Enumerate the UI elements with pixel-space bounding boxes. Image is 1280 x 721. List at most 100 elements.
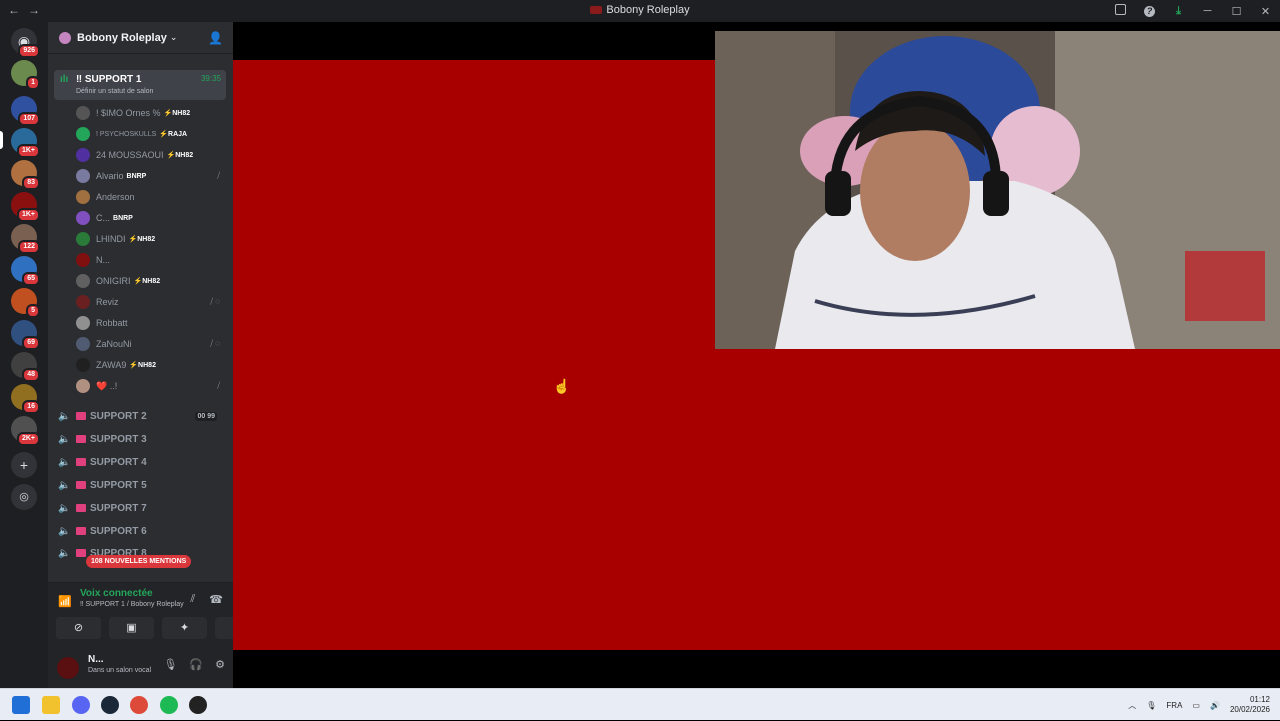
- speaker-icon: 🔈: [58, 479, 71, 491]
- server-icon[interactable]: 83: [11, 160, 40, 190]
- avatar: [76, 358, 90, 372]
- server-icon[interactable]: 107: [11, 96, 40, 126]
- help-icon[interactable]: ?: [1135, 5, 1164, 17]
- chevron-down-icon: ⌄: [169, 32, 178, 42]
- username[interactable]: N...: [88, 654, 104, 665]
- server-badge: 1: [26, 76, 40, 90]
- network-icon[interactable]: ▭: [1192, 701, 1200, 710]
- voice-member[interactable]: 24 MOUSSAOUI ⚡NH82: [76, 145, 226, 165]
- voice-channel-support-6[interactable]: 🔈 SUPPORT 6: [58, 521, 223, 541]
- server-icon[interactable]: 122: [11, 224, 40, 254]
- server-icon[interactable]: 65: [11, 256, 40, 286]
- language-indicator[interactable]: FRA: [1166, 701, 1182, 710]
- system-tray: ︿ 🎙 FRA ▭ 🔊 01:12 20/02/2026: [1128, 689, 1270, 721]
- voice-channel-support-7[interactable]: 🔈 SUPPORT 7: [58, 498, 223, 518]
- server-badge: 1K+: [16, 208, 40, 222]
- voice-member[interactable]: Robbatt: [76, 313, 226, 333]
- avatar: [76, 190, 90, 204]
- voice-status[interactable]: Voix connectée: [80, 588, 153, 599]
- chrome-icon[interactable]: [130, 696, 148, 714]
- maximize-button[interactable]: ☐: [1222, 5, 1251, 18]
- server-badge: 2K+: [16, 432, 40, 446]
- spotify-icon[interactable]: [160, 696, 178, 714]
- voice-channel-support-3[interactable]: 🔈 SUPPORT 3: [58, 429, 223, 449]
- inbox-icon[interactable]: [1106, 4, 1135, 18]
- window-title-text: Bobony Roleplay: [606, 4, 690, 16]
- channel-name: SUPPORT 3: [90, 433, 147, 445]
- voice-channel-support-2[interactable]: 🔈 SUPPORT 2 00 99: [58, 406, 223, 426]
- member-name: ZAWA9: [96, 360, 127, 370]
- avatar: [76, 148, 90, 162]
- close-button[interactable]: ✕: [1251, 5, 1280, 18]
- discord-icon[interactable]: [72, 696, 90, 714]
- add-server-icon[interactable]: +: [11, 452, 37, 478]
- voice-member[interactable]: Anderson: [76, 187, 226, 207]
- voice-member[interactable]: ! PSYCHOSKULLS ⚡RAJA: [76, 124, 226, 144]
- chevron-up-icon[interactable]: ︿: [1128, 700, 1136, 711]
- server-icon[interactable]: 16: [11, 384, 40, 414]
- settings-gear-icon[interactable]: ⚙: [215, 658, 225, 671]
- minimize-button[interactable]: ─: [1193, 5, 1222, 17]
- voice-member[interactable]: LHINDI ⚡NH82: [76, 229, 226, 249]
- signal-icon[interactable]: 📶: [58, 595, 72, 608]
- download-icon[interactable]: ⤓: [1164, 5, 1193, 18]
- direct-messages-icon[interactable]: ◉ 926: [11, 28, 40, 58]
- avatar[interactable]: [57, 657, 79, 679]
- voice-member[interactable]: ZaNouNi ⧸ ◌: [76, 334, 226, 354]
- channel-user-count: 00 99: [195, 411, 217, 421]
- voice-member[interactable]: C... BNRP: [76, 208, 226, 228]
- voice-channel-support-4[interactable]: 🔈 SUPPORT 4: [58, 452, 223, 472]
- voice-member[interactable]: ONIGIRI ⚡NH82: [76, 271, 226, 291]
- server-icon[interactable]: 1K+: [11, 128, 40, 158]
- server-icon[interactable]: 1K+: [11, 192, 40, 222]
- clock[interactable]: 01:12 20/02/2026: [1230, 695, 1270, 715]
- file-explorer-icon[interactable]: [42, 696, 60, 714]
- steam-icon[interactable]: [101, 696, 119, 714]
- server-icon[interactable]: 48: [11, 352, 40, 382]
- voice-location[interactable]: ‼ SUPPORT 1 / Bobony Roleplay: [80, 601, 184, 608]
- camera-off-button[interactable]: ⊘: [56, 617, 101, 639]
- headphones-icon[interactable]: 🎧: [189, 658, 203, 671]
- voice-member[interactable]: Alvario BNRP ⧸: [76, 166, 226, 186]
- voice-channel-support-1[interactable]: ılı ‼ SUPPORT 1 39:35 Définir un statut …: [54, 70, 226, 100]
- sos-icon: [76, 435, 86, 443]
- channel-name: SUPPORT 2: [90, 410, 147, 422]
- screen-share-button[interactable]: ▣: [109, 617, 154, 639]
- voice-member[interactable]: N...: [76, 250, 226, 270]
- muted-deafened-icon: ⧸ ◌: [210, 339, 220, 348]
- server-header[interactable]: Bobony Roleplay ⌄ 👤: [48, 22, 233, 54]
- volume-icon[interactable]: 🔊: [1210, 701, 1220, 710]
- voice-member[interactable]: ❤️ ..! ⧸: [76, 376, 226, 396]
- server-icon[interactable]: 5: [11, 288, 40, 318]
- member-name: Robbatt: [96, 318, 128, 328]
- voice-member[interactable]: Reviz ⧸ ◌: [76, 292, 226, 312]
- server-badge: 69: [22, 336, 40, 350]
- muted-icon: ⧸: [217, 381, 220, 390]
- new-mentions-banner[interactable]: 108 NOUVELLES MENTIONS: [86, 555, 192, 568]
- discover-icon[interactable]: ◎: [11, 484, 37, 510]
- avatar: [76, 106, 90, 120]
- voice-member[interactable]: ! $IMO Ornes % ⚡NH82: [76, 103, 226, 123]
- sos-icon: [76, 504, 86, 512]
- server-icon[interactable]: 1: [11, 60, 40, 90]
- activities-button[interactable]: ✦: [162, 617, 207, 639]
- channel-status[interactable]: Définir un statut de salon: [76, 88, 153, 95]
- stream-view[interactable]: ☝: [233, 22, 1280, 688]
- windows-start-icon[interactable]: [12, 696, 30, 714]
- member-tag: ⚡RAJA: [159, 131, 188, 138]
- voice-channel-support-5[interactable]: 🔈 SUPPORT 5: [58, 475, 223, 495]
- sos-icon: [76, 549, 86, 557]
- voice-member[interactable]: ZAWA9 ⚡NH82: [76, 355, 226, 375]
- user-panel: N... Dans un salon vocal 🎙 🎧 ⚙: [48, 646, 233, 688]
- microphone-icon[interactable]: 🎙: [163, 658, 177, 671]
- app-icon[interactable]: [189, 696, 207, 714]
- server-icon[interactable]: 69: [11, 320, 40, 350]
- noise-suppression-icon[interactable]: ⫽: [190, 593, 195, 606]
- microphone-tray-icon[interactable]: 🎙: [1146, 701, 1156, 710]
- invite-people-icon[interactable]: 👤: [208, 31, 223, 45]
- disconnect-icon[interactable]: ☎: [209, 593, 223, 606]
- windows-taskbar: ︿ 🎙 FRA ▭ 🔊 01:12 20/02/2026: [0, 688, 1280, 720]
- member-tag: ⚡NH82: [163, 110, 191, 117]
- channel-count-limit: 99: [207, 412, 215, 420]
- server-folder-icon[interactable]: 2K+: [11, 416, 40, 446]
